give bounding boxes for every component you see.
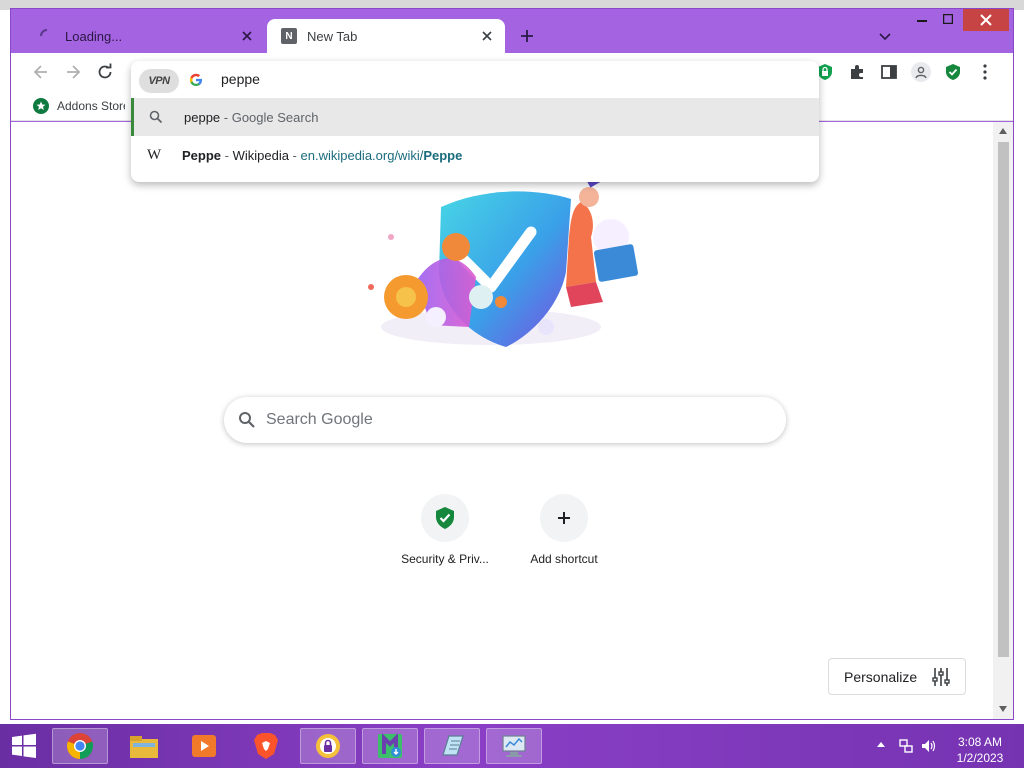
profile-avatar-icon[interactable]: [909, 60, 933, 84]
suggestion-wikipedia[interactable]: W Peppe - Wikipedia - en.wikipedia.org/w…: [131, 136, 819, 174]
taskbar-chrome[interactable]: [52, 728, 108, 764]
taskbar-installer[interactable]: [362, 728, 418, 764]
notepad-icon: [439, 733, 465, 759]
search-placeholder: Search Google: [266, 411, 373, 428]
shield-check-icon: [434, 506, 456, 530]
omnibox-input[interactable]: peppe: [221, 71, 260, 87]
taskbar-clock[interactable]: 3:08 AM 1/2/2023: [946, 734, 1014, 766]
clock-date: 1/2/2023: [956, 751, 1004, 765]
minimize-button[interactable]: [911, 9, 933, 29]
suggestion-separator: -: [220, 109, 232, 125]
reload-button[interactable]: [93, 60, 117, 84]
personalize-button[interactable]: Personalize: [828, 658, 966, 695]
close-tab-icon[interactable]: [239, 28, 255, 44]
shortcut-tile: [421, 494, 469, 542]
suggestion-google-search[interactable]: peppe - Google Search: [131, 98, 819, 136]
google-g-icon: [189, 73, 203, 87]
tab-new-tab[interactable]: N New Tab: [267, 19, 505, 53]
suggestion-description: Google Search: [231, 109, 319, 125]
side-panel-icon[interactable]: [877, 60, 901, 84]
sliders-icon: [931, 667, 951, 687]
new-tab-favicon-icon: N: [281, 28, 297, 44]
shortcut-add[interactable]: Add shortcut: [509, 494, 619, 574]
security-illustration: [341, 177, 641, 352]
scrollbar-thumb[interactable]: [998, 142, 1009, 657]
taskbar-notepad[interactable]: [424, 728, 480, 764]
vpn-chip-button[interactable]: VPN: [139, 69, 179, 93]
shortcut-label: Add shortcut: [530, 552, 598, 566]
vpn-app-icon: [314, 732, 342, 760]
taskbar: [0, 724, 1024, 768]
tab-loading[interactable]: Loading...: [25, 19, 265, 53]
close-window-button[interactable]: [963, 9, 1009, 31]
suggestion-description: Wikipedia: [232, 147, 289, 163]
brave-icon: [253, 732, 279, 760]
addons-store-icon: [33, 98, 49, 114]
forward-button[interactable]: [61, 60, 85, 84]
chrome-icon: [66, 732, 94, 760]
suggestion-url-bold: Peppe: [423, 147, 463, 163]
bookmark-addons-store[interactable]: Addons Store: [33, 98, 125, 114]
new-tab-page: Search Google Security & Priv... Add sho…: [11, 122, 993, 719]
omnibox-dropdown: VPN peppe peppe - Google Search W Peppe …: [131, 61, 819, 182]
suggestion-query: Peppe: [182, 147, 222, 163]
bookmark-label: Addons Store: [57, 99, 125, 113]
suggestion-separator-2: -: [288, 147, 301, 163]
shortcut-tile: [540, 494, 588, 542]
suggestion-separator: -: [221, 147, 233, 163]
plus-icon: [556, 510, 572, 526]
wikipedia-icon: W: [147, 146, 162, 163]
taskbar-vpn-app[interactable]: [300, 728, 356, 764]
personalize-label: Personalize: [844, 668, 918, 685]
volume-icon[interactable]: [920, 738, 938, 754]
tab-title: New Tab: [307, 28, 358, 44]
ntp-search-box[interactable]: Search Google: [224, 397, 786, 443]
installer-icon: [376, 732, 404, 760]
scroll-up-arrow-icon[interactable]: [999, 128, 1007, 134]
back-button[interactable]: [29, 60, 53, 84]
suggestion-url: en.wikipedia.org/wiki/: [300, 147, 424, 163]
tab-strip: Loading... N New Tab: [11, 9, 1013, 53]
loading-spinner-icon: [39, 28, 55, 44]
taskbar-file-explorer[interactable]: [116, 728, 172, 764]
scroll-down-arrow-icon[interactable]: [999, 706, 1007, 712]
shortcut-security-privacy[interactable]: Security & Priv...: [390, 494, 500, 574]
control-panel-icon: [500, 733, 528, 759]
media-player-icon: [191, 733, 217, 759]
browser-window: Loading... N New Tab Addons Store Search…: [10, 8, 1014, 720]
taskbar-media-player[interactable]: [176, 728, 232, 764]
maximize-button[interactable]: [937, 9, 959, 29]
start-button[interactable]: [2, 728, 46, 764]
taskbar-brave[interactable]: [238, 728, 294, 764]
network-icon[interactable]: [898, 738, 914, 754]
security-shield-extension-icon[interactable]: [941, 60, 965, 84]
search-icon: [149, 110, 163, 124]
file-explorer-icon: [129, 733, 159, 759]
tab-title: Loading...: [65, 28, 123, 44]
shortcut-label: Security & Priv...: [401, 552, 489, 566]
tab-search-chevron-icon[interactable]: [873, 24, 897, 48]
vertical-scrollbar[interactable]: [993, 122, 1013, 719]
new-tab-button[interactable]: [515, 24, 539, 48]
show-hidden-icons-arrow-icon[interactable]: [876, 740, 886, 748]
menu-kebab-icon[interactable]: [973, 60, 997, 84]
suggestion-query: peppe: [184, 109, 221, 125]
close-tab-icon[interactable]: [479, 28, 495, 44]
clock-time: 3:08 AM: [957, 735, 1003, 749]
search-icon: [238, 411, 256, 429]
taskbar-control-panel[interactable]: [486, 728, 542, 764]
extensions-puzzle-icon[interactable]: [845, 60, 869, 84]
